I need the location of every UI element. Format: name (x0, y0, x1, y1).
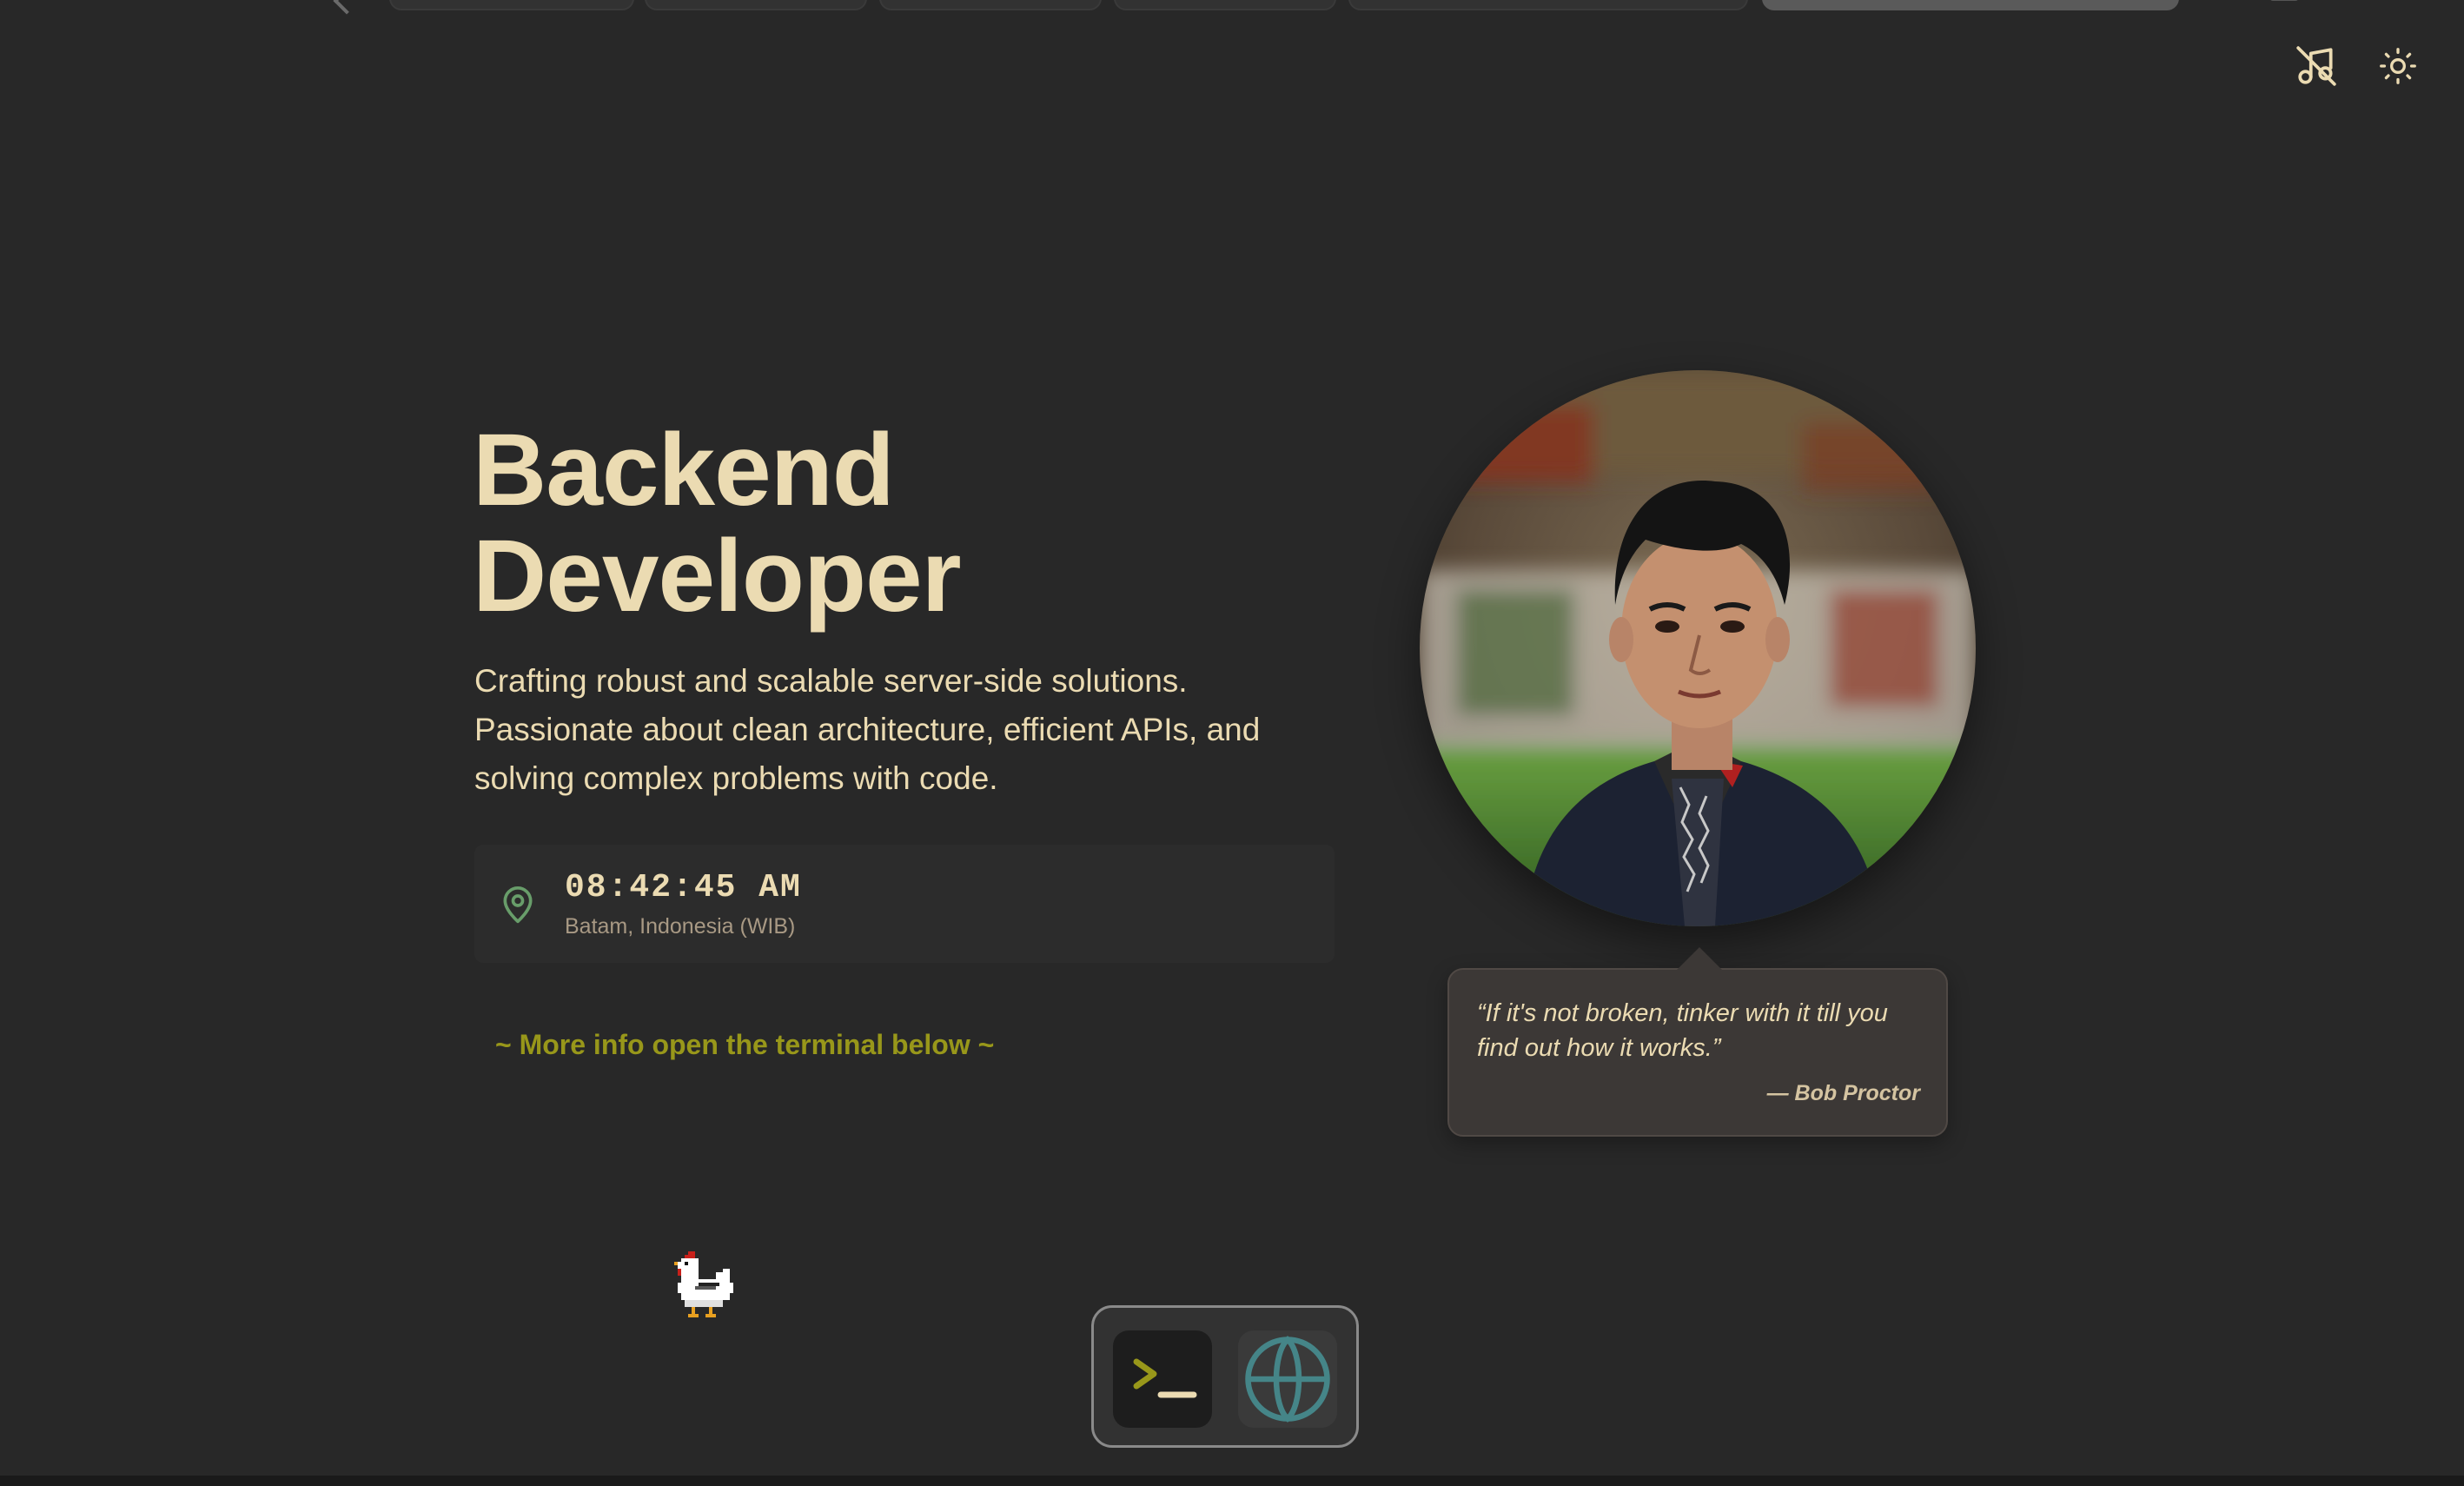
music-off-icon (2296, 46, 2336, 86)
theme-toggle-button[interactable] (2372, 40, 2424, 92)
clock-time: 08:42:45 AM (565, 869, 802, 906)
sun-icon (2380, 48, 2416, 84)
app-dock (1091, 1305, 1359, 1448)
terminal-button[interactable] (1113, 1330, 1212, 1428)
top-tab-strip (0, 0, 2464, 15)
tab-active[interactable] (1762, 0, 2179, 10)
window-control-icon[interactable] (2269, 0, 2299, 1)
back-arrow-icon (333, 0, 361, 15)
music-toggle-button[interactable] (2290, 40, 2342, 92)
globe-icon (1245, 1336, 1330, 1423)
chicken-sprite-icon[interactable] (671, 1251, 737, 1321)
terminal-hint-link[interactable]: ~ More info open the terminal below ~ (495, 1029, 994, 1061)
tab[interactable] (1348, 0, 1748, 10)
terminal-icon (1133, 1358, 1197, 1398)
page-title: Backend Developer (473, 413, 962, 634)
profile-photo (1420, 370, 1976, 926)
clock-card: 08:42:45 AM Batam, Indonesia (WIB) (474, 845, 1335, 963)
tab[interactable] (645, 0, 867, 10)
hero-description: Crafting robust and scalable server-side… (474, 663, 1261, 796)
quote-author: — Bob Proctor (1766, 1081, 1920, 1105)
tab[interactable] (879, 0, 1102, 10)
clock-location: Batam, Indonesia (WIB) (565, 914, 796, 939)
tab[interactable] (389, 0, 634, 10)
location-pin-icon (503, 886, 533, 924)
browser-button[interactable] (1238, 1330, 1337, 1428)
bottom-edge (0, 1476, 2464, 1486)
quote-text: “If it's not broken, tinker with it till… (1477, 999, 1888, 1062)
quote-bubble: “If it's not broken, tinker with it till… (1447, 947, 1948, 1137)
title-line-2: Developer (473, 519, 962, 634)
tab[interactable] (1114, 0, 1336, 10)
avatar (1420, 370, 1976, 926)
title-line-1: Backend (473, 413, 895, 527)
